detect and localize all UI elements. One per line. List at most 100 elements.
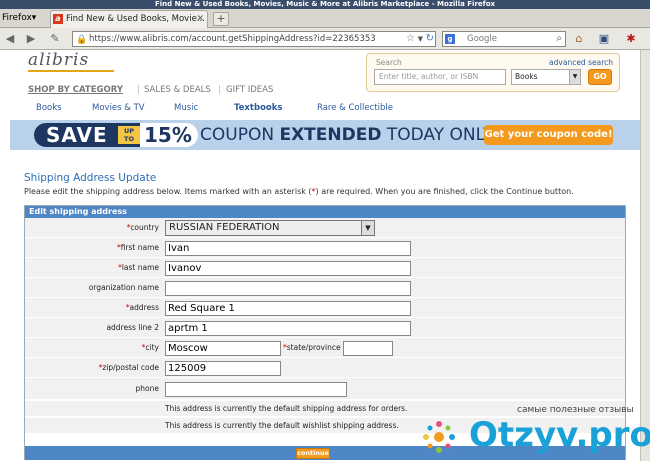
continue-button[interactable]: continue: [296, 448, 330, 459]
search-icon[interactable]: ⌕: [556, 32, 562, 46]
close-tab-icon[interactable]: ✕: [196, 11, 204, 28]
label-city-text: city: [145, 343, 159, 352]
subnav-textbooks[interactable]: Textbooks: [234, 103, 282, 113]
coupon-banner[interactable]: SAVE UP TO 15% COUPON EXTENDED TODAY ONL…: [10, 120, 640, 150]
url-text: https://www.alibris.com/account.getShipp…: [89, 34, 376, 44]
alibris-logo[interactable]: alibris: [28, 50, 89, 70]
site-identity-icon[interactable]: 🔒: [76, 33, 87, 46]
country-select[interactable]: RUSSIAN FEDERATION ▼: [165, 220, 375, 236]
row-address-line-2: address line 2 aprtm 1: [25, 318, 625, 338]
vertical-scrollbar[interactable]: [640, 50, 650, 461]
google-icon: g: [445, 34, 455, 44]
chevron-down-icon: ▼: [361, 221, 374, 235]
addon-icon[interactable]: ✱: [624, 31, 638, 46]
last-name-input[interactable]: Ivanov: [165, 261, 411, 276]
site-search-input[interactable]: Enter title, author, or ISBN: [374, 69, 506, 85]
forward-arrow-icon[interactable]: ▶: [24, 31, 38, 46]
new-tab-button[interactable]: +: [213, 12, 229, 26]
home-icon[interactable]: ⌂: [572, 31, 586, 46]
chevron-down-icon: ▾: [31, 13, 37, 23]
instr-post: ) are required. When you are finished, c…: [315, 187, 574, 196]
search-category-select[interactable]: Books ▼: [511, 69, 581, 85]
label-zip: *zip/postal code: [25, 358, 159, 378]
search-engine-placeholder: Google: [467, 34, 497, 44]
navigation-toolbar: ◀ ▶ ✎ 🔒 https://www.alibris.com/account.…: [0, 28, 650, 50]
get-coupon-button[interactable]: Get your coupon code!: [484, 125, 613, 145]
advanced-search-link[interactable]: advanced search: [549, 58, 613, 67]
banner-upto-text: UP TO: [118, 126, 140, 144]
label-first-name-text: first name: [120, 243, 159, 252]
nav-gift-ideas[interactable]: GIFT IDEAS: [226, 85, 273, 95]
firefox-menu-button[interactable]: Firefox▾: [2, 11, 36, 26]
browser-tab-active[interactable]: a Find New & Used Books, Movie... ✕: [50, 10, 208, 28]
logo-underline: [28, 70, 114, 72]
default-shipping-note: This address is currently the default sh…: [165, 404, 408, 413]
zip-input[interactable]: 125009: [165, 361, 281, 376]
nav-separator: |: [218, 85, 221, 95]
address-input[interactable]: Red Square 1: [165, 301, 411, 316]
subnav-rare-collectible[interactable]: Rare & Collectible: [317, 103, 393, 113]
web-page: alibris SHOP BY CATEGORY | SALES & DEALS…: [10, 50, 640, 461]
country-value: RUSSIAN FEDERATION: [169, 222, 280, 233]
nav-sales-deals[interactable]: SALES & DEALS: [144, 85, 211, 95]
form-footer: continue: [25, 446, 625, 460]
label-country-text: country: [130, 223, 159, 232]
window-title: Find New & Used Books, Movies, Music & M…: [0, 0, 650, 9]
label-last-name-text: last name: [121, 263, 159, 272]
row-zip: *zip/postal code 125009: [25, 358, 625, 378]
label-zip-text: zip/postal code: [102, 363, 159, 372]
bookmark-star-icon[interactable]: ☆: [406, 32, 415, 46]
site-search-box: Search advanced search Enter title, auth…: [366, 53, 620, 92]
nav-shop-by-category[interactable]: SHOP BY CATEGORY: [28, 85, 123, 95]
city-input[interactable]: Moscow: [165, 341, 281, 356]
label-organization: organization name: [88, 283, 159, 292]
banner-coupon-text: COUPON EXTENDED TODAY ONLY: [200, 124, 493, 146]
tab-strip: Firefox▾ a Find New & Used Books, Movie.…: [0, 9, 650, 28]
extension-icon[interactable]: ▣: [597, 31, 611, 46]
default-wishlist-note: This address is currently the default wi…: [165, 421, 399, 430]
section-header: Edit shipping address: [25, 206, 625, 218]
reload-icon[interactable]: ↻: [426, 32, 434, 46]
url-bar[interactable]: 🔒 https://www.alibris.com/account.getShi…: [72, 31, 436, 47]
back-arrow-icon[interactable]: ◀: [3, 31, 17, 46]
search-category-value: Books: [515, 72, 538, 81]
address-table: Edit shipping address *country RUSSIAN F…: [24, 205, 626, 460]
plus-icon: +: [216, 12, 226, 25]
banner-percent: 15%: [140, 123, 198, 147]
label-state-text: state/province: [286, 343, 341, 352]
search-label: Search: [376, 58, 402, 67]
label-last-name: *last name: [25, 258, 159, 278]
tab-title: Find New & Used Books, Movie...: [66, 14, 205, 24]
instr-pre: Please edit the shipping address below. …: [24, 187, 312, 196]
tools-icon[interactable]: ✎: [48, 31, 62, 46]
row-organization: organization name: [25, 278, 625, 298]
row-city: *city Moscow *state/province: [25, 338, 625, 358]
firefox-menu-label: Firefox: [2, 13, 32, 23]
subnav-books[interactable]: Books: [36, 103, 62, 113]
label-city: *city: [25, 338, 159, 358]
first-name-input[interactable]: Ivan: [165, 241, 411, 256]
page-title: Shipping Address Update: [24, 172, 157, 184]
shipping-address-form: Shipping Address Update Please edit the …: [24, 172, 626, 460]
banner-save-text: SAVE: [46, 123, 108, 147]
banner-text-pre: COUPON: [200, 125, 280, 145]
label-address-text: address: [129, 303, 159, 312]
search-engine-input[interactable]: g Google ⌕: [442, 31, 566, 47]
row-first-name: *first name Ivan: [25, 238, 625, 258]
alibris-favicon-icon: a: [53, 14, 63, 24]
banner-text-post: TODAY ONLY: [381, 125, 494, 145]
subnav-music[interactable]: Music: [174, 103, 198, 113]
phone-input[interactable]: [165, 382, 347, 397]
subnav-movies-tv[interactable]: Movies & TV: [92, 103, 145, 113]
label-country: *country: [25, 218, 159, 238]
nav-separator: |: [137, 85, 140, 95]
row-phone: phone: [25, 378, 625, 400]
form-instructions: Please edit the shipping address below. …: [24, 186, 624, 197]
row-country: *country RUSSIAN FEDERATION ▼: [25, 218, 625, 238]
chevron-down-icon[interactable]: ▼: [418, 32, 423, 46]
organization-input[interactable]: [165, 281, 411, 296]
address-line-2-input[interactable]: aprtm 1: [165, 321, 411, 336]
label-state: *state/province: [283, 338, 341, 358]
state-input[interactable]: [343, 341, 393, 356]
search-go-button[interactable]: GO: [588, 69, 612, 85]
